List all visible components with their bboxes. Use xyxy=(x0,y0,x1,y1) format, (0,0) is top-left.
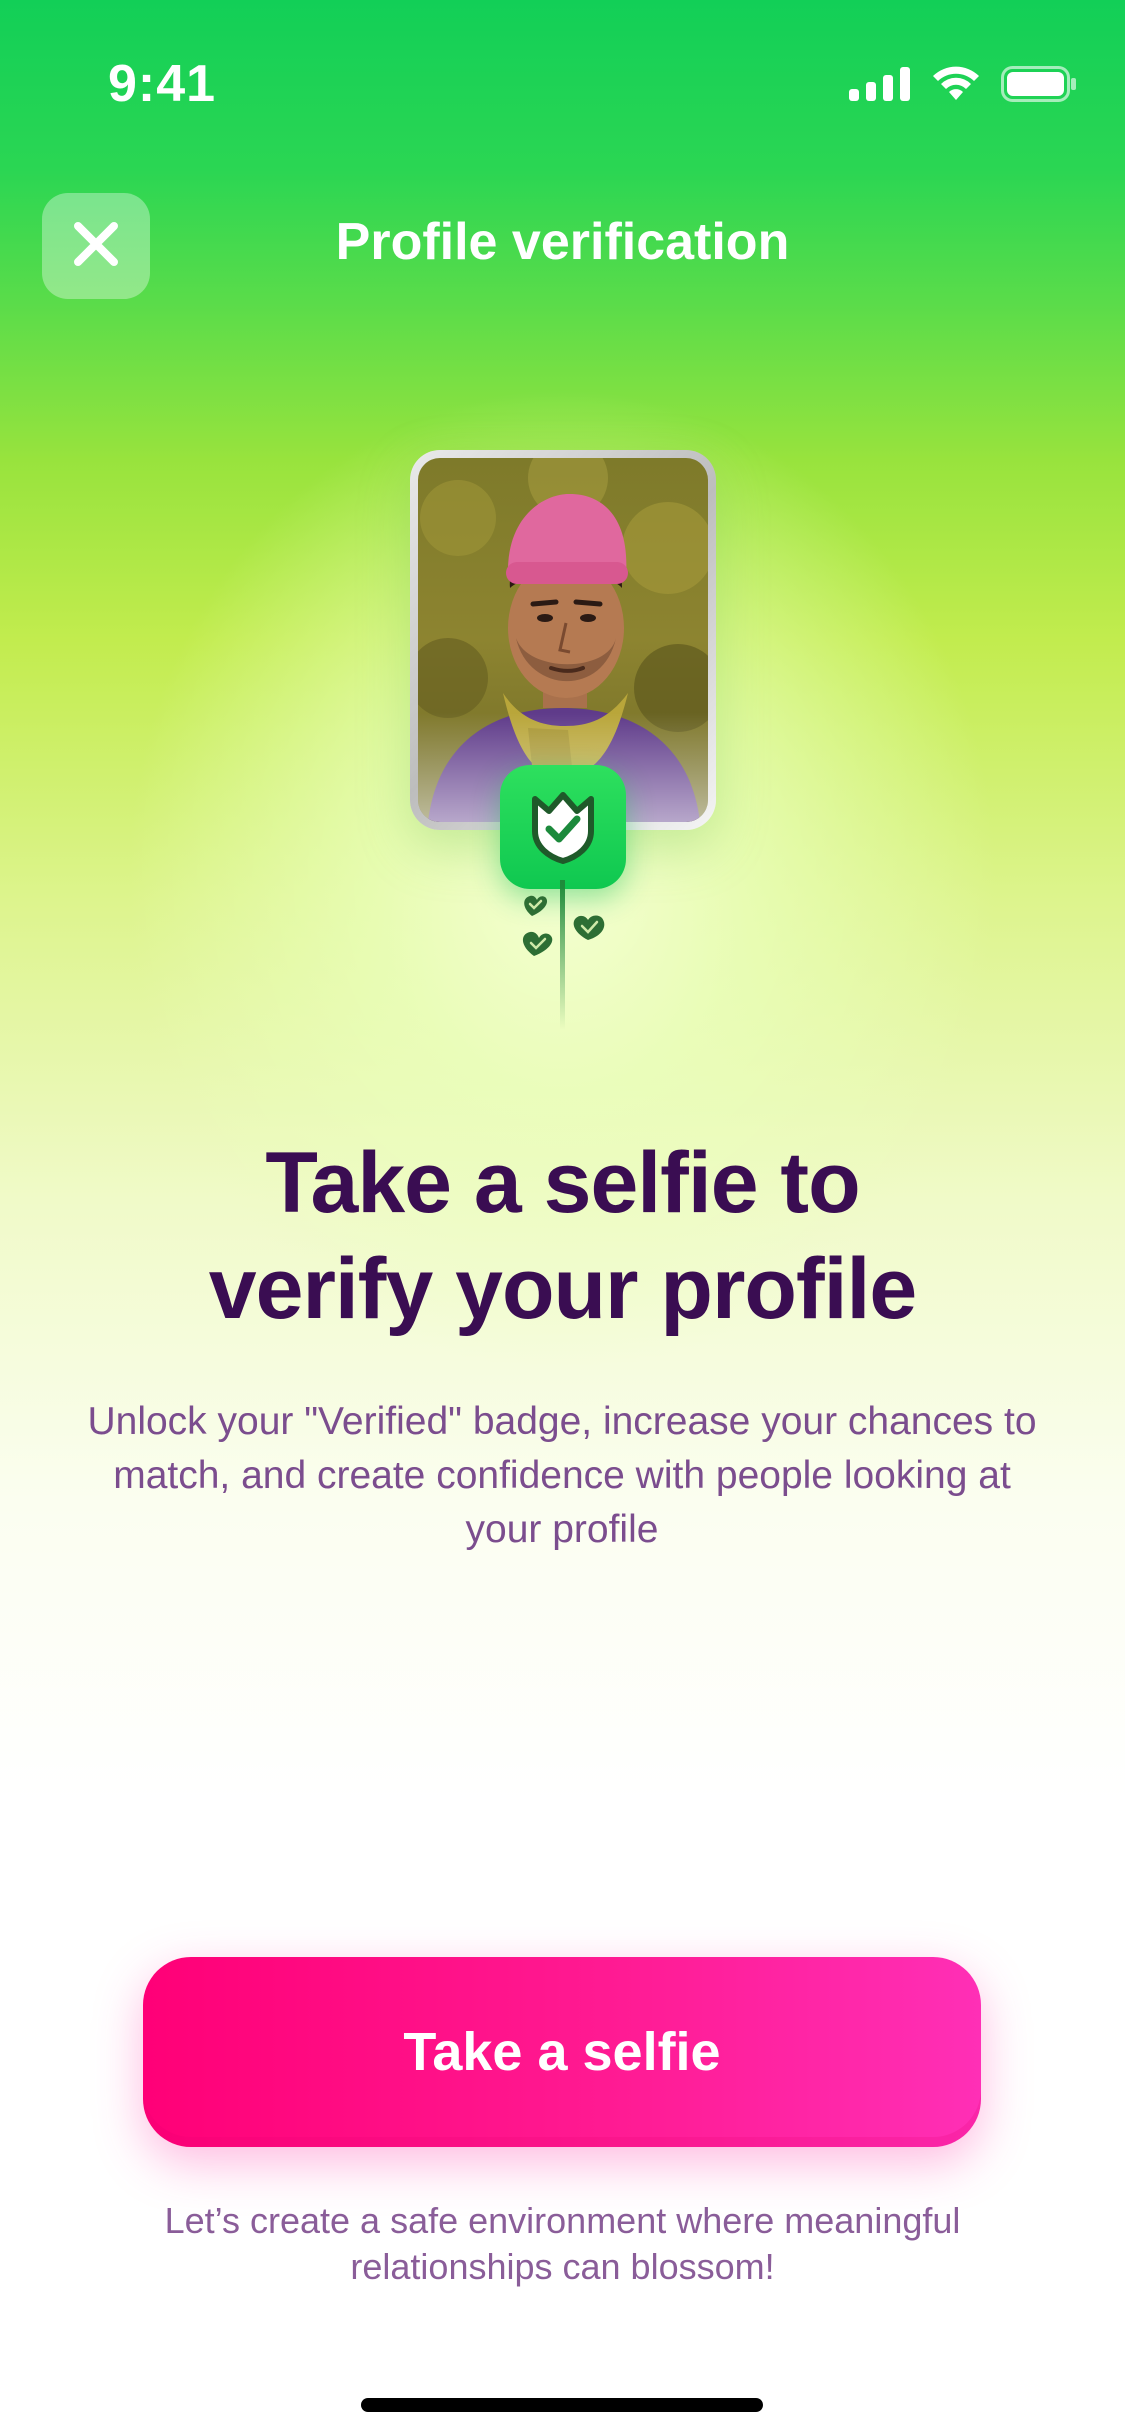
footer-note: Let’s create a safe environment where me… xyxy=(164,2200,961,2287)
heart-leaf-icon xyxy=(573,915,605,940)
verification-screen: 9:41 Profile verification Take a selfie … xyxy=(0,0,1125,2436)
headline-line-1: Take a selfie to xyxy=(265,1135,860,1231)
heart-leaf-icon xyxy=(522,931,553,956)
status-icons xyxy=(849,66,1077,107)
heart-leaf-icon xyxy=(524,895,548,916)
status-time: 9:41 xyxy=(108,55,217,113)
take-selfie-button[interactable]: Take a selfie xyxy=(143,1957,981,2147)
verified-badge xyxy=(500,765,626,889)
take-selfie-label: Take a selfie xyxy=(403,2022,721,2082)
status-bar: 9:41 xyxy=(0,0,1125,170)
verified-tulip-shield-icon xyxy=(521,783,605,872)
page-title: Profile verification xyxy=(335,213,790,271)
headline-line-2: verify your profile xyxy=(208,1241,917,1337)
wifi-icon xyxy=(931,66,981,107)
headline: Take a selfie to verify your profile xyxy=(0,1130,1125,1342)
cellular-signal-icon xyxy=(849,67,911,106)
battery-icon xyxy=(1001,66,1077,107)
description: Unlock your "Verified" badge, increase y… xyxy=(87,1400,1037,1551)
home-indicator[interactable] xyxy=(361,2398,763,2412)
flower-stem xyxy=(500,880,626,1045)
